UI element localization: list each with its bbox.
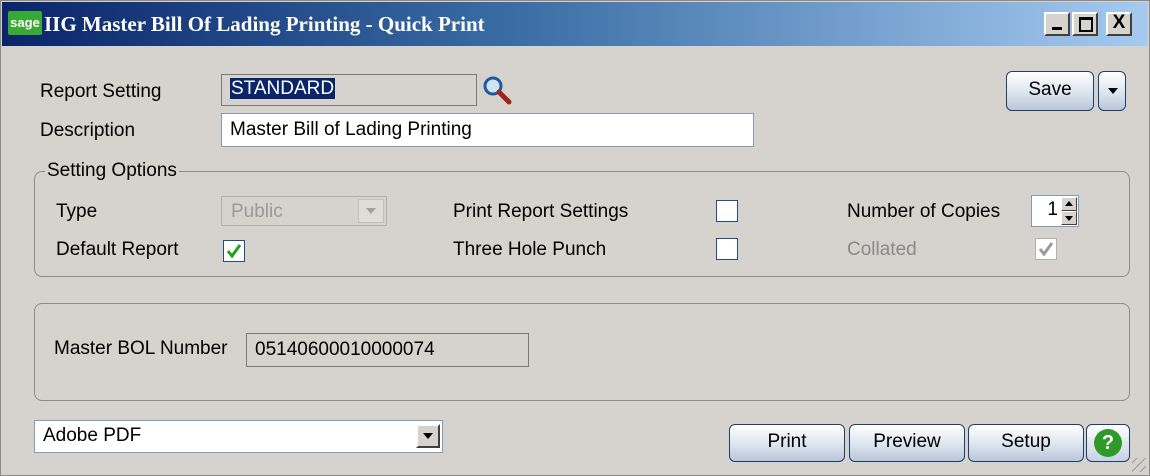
collated-checkbox[interactable] [1035, 238, 1057, 260]
check-icon [226, 244, 242, 259]
copies-value: 1 [1047, 199, 1058, 220]
magnifier-icon[interactable] [481, 75, 513, 107]
resize-grip-icon[interactable] [1132, 458, 1146, 472]
title-bar[interactable]: sage IIG Master Bill Of Lading Printing … [2, 2, 1148, 46]
type-value: Public [231, 201, 283, 222]
collated-label: Collated [847, 239, 917, 260]
setting-options-legend: Setting Options [45, 160, 179, 182]
print-report-settings-label: Print Report Settings [453, 201, 629, 222]
save-button[interactable]: Save [1006, 71, 1094, 111]
preview-button[interactable]: Preview [849, 424, 965, 462]
arrow-up-icon [1065, 201, 1073, 206]
number-of-copies-spinner[interactable]: 1 [1031, 195, 1079, 227]
report-setting-field[interactable]: STANDARD [221, 74, 477, 106]
description-input[interactable]: Master Bill of Lading Printing [221, 113, 754, 147]
chevron-down-icon[interactable] [416, 424, 440, 448]
type-select[interactable]: Public [221, 196, 387, 226]
default-report-checkbox[interactable] [223, 240, 245, 262]
report-setting-value: STANDARD [230, 78, 336, 99]
printer-value: Adobe PDF [43, 425, 142, 446]
close-button[interactable]: X [1106, 12, 1132, 36]
window-title: IIG Master Bill Of Lading Printing - Qui… [44, 12, 485, 36]
three-hole-punch-label: Three Hole Punch [453, 239, 607, 260]
close-icon: X [1112, 12, 1126, 33]
chevron-down-icon [358, 199, 384, 223]
check-icon [1038, 242, 1054, 257]
type-label: Type [56, 201, 98, 222]
arrow-down-icon [1065, 216, 1073, 221]
spinner-up-button[interactable] [1061, 197, 1077, 211]
help-icon: ? [1094, 429, 1122, 457]
save-button-label: Save [1028, 79, 1072, 100]
default-report-label: Default Report [56, 239, 179, 260]
maximize-button[interactable] [1072, 12, 1098, 36]
print-button[interactable]: Print [729, 424, 845, 462]
chevron-down-icon [1108, 88, 1118, 94]
minimize-button[interactable] [1044, 12, 1070, 36]
setup-button[interactable]: Setup [968, 424, 1084, 462]
three-hole-punch-checkbox[interactable] [716, 238, 738, 260]
help-button[interactable]: ? [1086, 424, 1130, 462]
report-setting-label: Report Setting [40, 81, 162, 102]
print-report-settings-checkbox[interactable] [716, 200, 738, 222]
setting-options-group [34, 171, 1130, 277]
spinner-down-button[interactable] [1061, 211, 1077, 225]
quick-print-window: sage IIG Master Bill Of Lading Printing … [0, 0, 1150, 476]
number-of-copies-label: Number of Copies [847, 201, 1001, 222]
master-bol-number-field[interactable]: 05140600010000074 [246, 333, 529, 367]
description-label: Description [40, 120, 136, 141]
master-bol-number-label: Master BOL Number [54, 338, 228, 359]
sage-logo-icon: sage [8, 11, 42, 35]
printer-select[interactable]: Adobe PDF [34, 420, 443, 453]
save-options-button[interactable] [1098, 71, 1126, 111]
